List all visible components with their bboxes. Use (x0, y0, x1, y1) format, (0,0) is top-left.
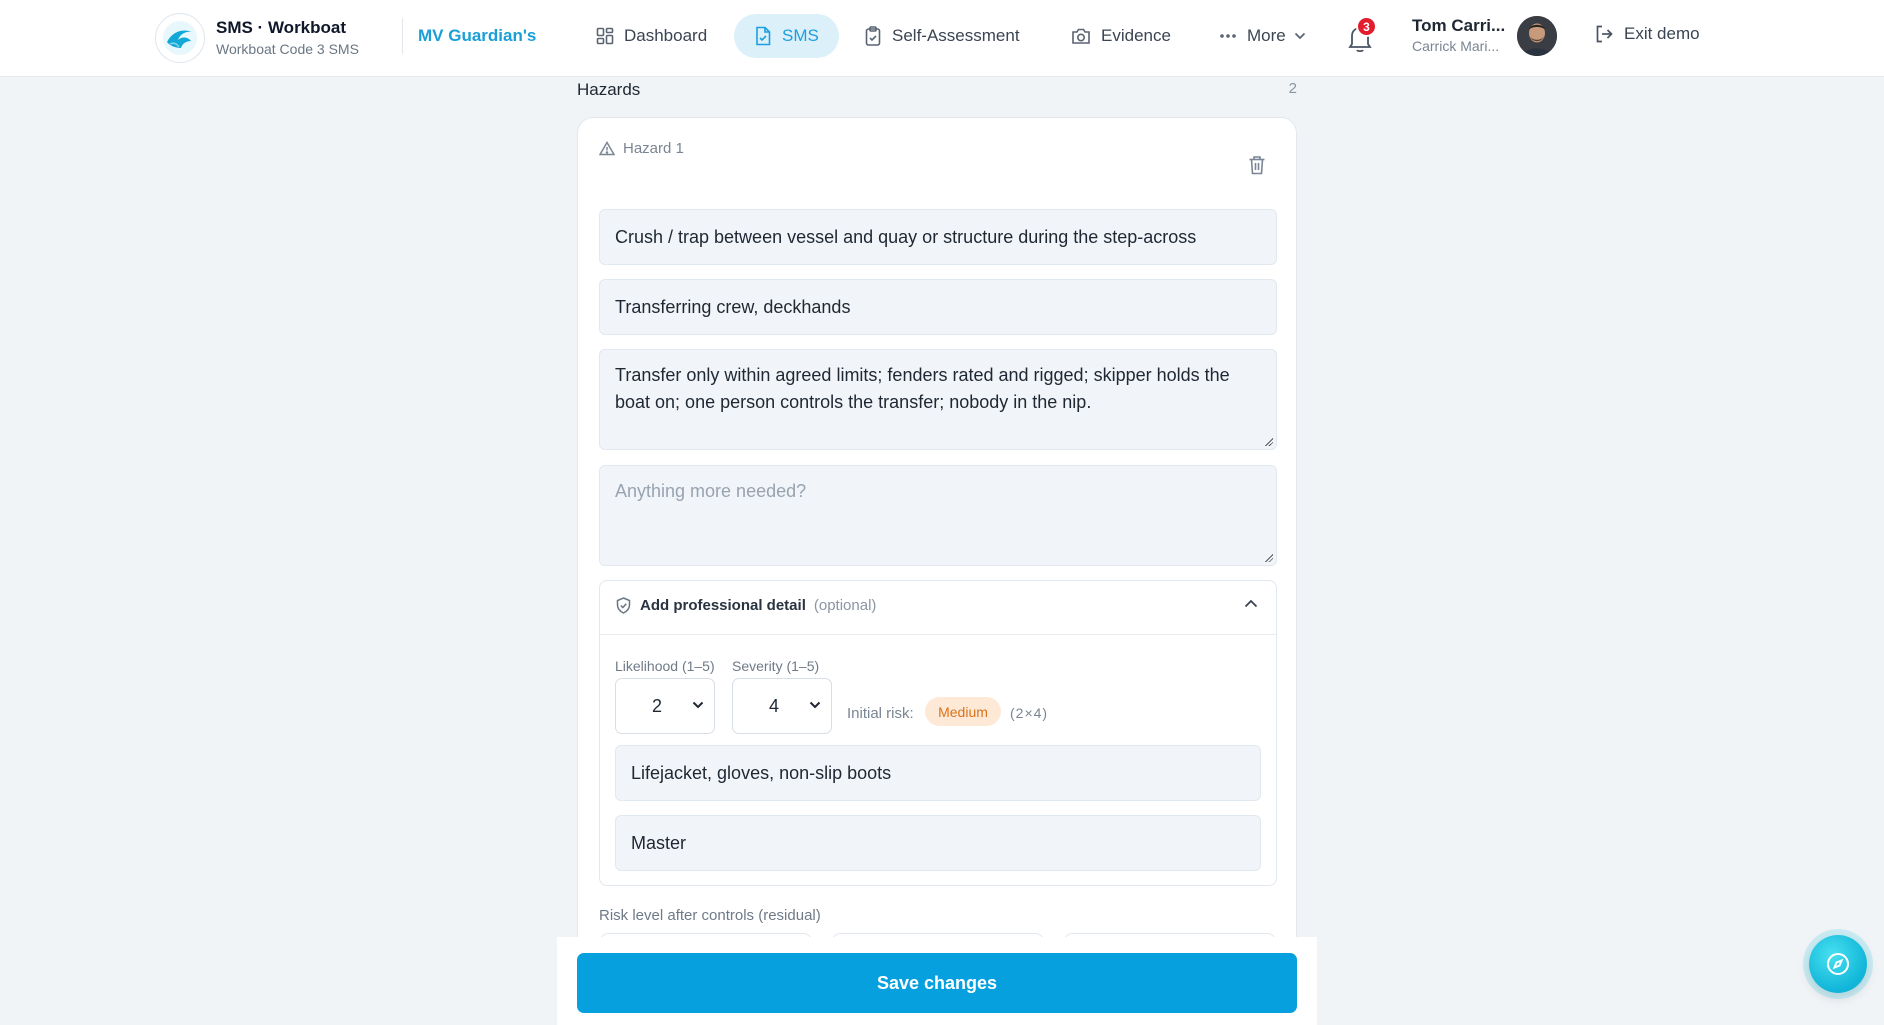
warning-triangle-icon (599, 141, 615, 156)
chevron-down-icon (809, 701, 821, 709)
document-icon (756, 26, 771, 46)
likelihood-label: Likelihood (1–5) (615, 658, 715, 674)
hazard-count: 2 (1288, 80, 1297, 97)
hazard-description-input[interactable]: Crush / trap between vessel and quay or … (599, 209, 1277, 265)
divider (402, 18, 403, 54)
top-navigation-bar: SMS · Workboat Workboat Code 3 SMS MV Gu… (0, 0, 1884, 77)
responsible-input[interactable]: Master (615, 815, 1261, 871)
nav-sms-label: SMS (782, 26, 819, 45)
professional-detail-panel: Add professional detail (optional) Likel… (599, 580, 1277, 886)
further-actions-textarea[interactable]: Anything more needed? (599, 465, 1277, 566)
clipboard-icon (865, 26, 881, 46)
severity-select[interactable]: 4 (732, 678, 832, 734)
nav-more-label: More (1247, 26, 1286, 45)
further-actions-placeholder: Anything more needed? (615, 481, 807, 501)
brand-subtitle: Workboat Code 3 SMS (216, 41, 359, 57)
ppe-input[interactable]: Lifejacket, gloves, non-slip boots (615, 745, 1261, 801)
likelihood-select[interactable]: 2 (615, 678, 715, 734)
trash-icon[interactable] (1248, 155, 1266, 175)
notification-badge: 3 (1356, 16, 1377, 37)
brand[interactable]: SMS · Workboat Workboat Code 3 SMS (155, 13, 359, 63)
professional-detail-toggle[interactable]: Add professional detail (optional) (600, 581, 1276, 635)
controls-text: Transfer only within agreed limits; fend… (615, 365, 1230, 412)
exit-demo-label: Exit demo (1624, 24, 1700, 43)
professional-detail-title: Add professional detail (640, 597, 806, 614)
save-bar: Save changes (557, 937, 1317, 1025)
hazard-label: Hazard 1 (599, 140, 684, 157)
likelihood-value: 2 (652, 696, 663, 716)
compass-icon (1827, 953, 1849, 975)
nav-dashboard[interactable]: Dashboard (576, 14, 727, 58)
nav-evidence-label: Evidence (1101, 26, 1171, 45)
user-name: Tom Carri... (1412, 16, 1506, 35)
avatar[interactable] (1517, 16, 1557, 56)
shield-check-icon (616, 597, 631, 614)
section-title: Hazards (577, 80, 641, 99)
grid-icon (596, 27, 614, 45)
vessel-name[interactable]: MV Guardian's (418, 26, 536, 46)
nav-evidence[interactable]: Evidence (1051, 14, 1191, 58)
severity-value: 4 (769, 696, 780, 716)
risk-calculation: (2×4) (1010, 705, 1049, 721)
user-org: Carrick Mari... (1412, 38, 1500, 54)
hazard-label-text: Hazard 1 (623, 140, 684, 157)
risk-badge: Medium (925, 697, 1001, 726)
who-at-risk-input[interactable]: Transferring crew, deckhands (599, 279, 1277, 335)
brand-title: SMS · Workboat (216, 18, 347, 37)
nav-more[interactable]: More (1199, 14, 1326, 58)
wave-icon (155, 13, 205, 63)
nav-self-assessment[interactable]: Self-Assessment (844, 14, 1040, 58)
compass-fab-button[interactable] (1809, 935, 1867, 993)
chevron-down-icon (692, 701, 704, 709)
residual-risk-label: Risk level after controls (residual) (599, 907, 821, 924)
exit-demo-button[interactable]: Exit demo (1594, 24, 1700, 44)
dots-icon (1220, 34, 1236, 38)
logout-icon (1596, 25, 1613, 43)
severity-label: Severity (1–5) (732, 658, 820, 674)
hazards-header: Hazards 2 (577, 80, 1297, 102)
optional-tag: (optional) (813, 597, 877, 614)
chevron-down-icon (1294, 32, 1305, 40)
camera-icon (1072, 28, 1090, 44)
controls-textarea[interactable]: Transfer only within agreed limits; fend… (599, 349, 1277, 450)
save-changes-button[interactable]: Save changes (577, 953, 1297, 1013)
user-menu[interactable]: Tom Carri... Carrick Mari... (1412, 16, 1505, 55)
chevron-up-icon (1244, 599, 1258, 608)
nav-self-assessment-label: Self-Assessment (892, 26, 1020, 45)
resize-handle[interactable] (1264, 437, 1273, 446)
initial-risk-label: Initial risk: (847, 705, 914, 722)
nav-sms[interactable]: SMS (734, 14, 839, 58)
nav-dashboard-label: Dashboard (624, 26, 708, 45)
resize-handle[interactable] (1264, 553, 1273, 562)
hazard-card: Hazard 1 Crush / trap between vessel and… (577, 117, 1297, 963)
